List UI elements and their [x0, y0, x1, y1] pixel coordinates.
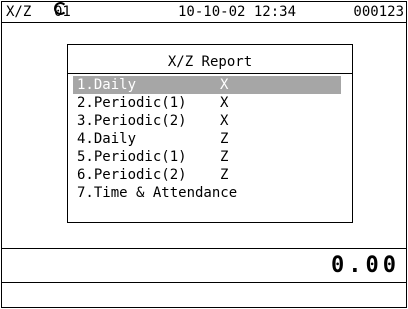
- report-title: X/Z Report: [167, 54, 253, 70]
- clerk-number: 01: [54, 4, 71, 20]
- register-screen: X/Z 01 10-10-02 12:34 000123 X/Z Report …: [1, 1, 407, 308]
- menu-item-label: 1.Daily: [77, 77, 137, 93]
- amount-display: 0.00: [2, 248, 406, 283]
- menu-item-label: 6.Periodic(2): [77, 167, 187, 183]
- menu-item-type: Z: [220, 131, 229, 147]
- title-divider: [68, 73, 352, 74]
- menu-item-label: 4.Daily: [77, 131, 137, 147]
- mode-indicator: X/Z: [6, 4, 32, 20]
- menu-item-daily-z[interactable]: 4.Daily Z: [73, 130, 341, 148]
- xz-report-window: X/Z Report 1.Daily X 2.Periodic(1) X 3.Per…: [67, 44, 353, 223]
- report-menu: 1.Daily X 2.Periodic(1) X 3.Periodic(2) X 4…: [73, 76, 341, 202]
- consecutive-number: 000123: [353, 4, 404, 20]
- menu-item-periodic2-z[interactable]: 6.Periodic(2) Z: [73, 166, 341, 184]
- menu-item-label: 3.Periodic(2): [77, 113, 187, 129]
- status-bar: X/Z 01 10-10-02 12:34 000123: [2, 2, 406, 23]
- menu-item-type: X: [220, 95, 229, 111]
- menu-item-type: X: [220, 113, 229, 129]
- amount-value: 0.00: [331, 253, 400, 278]
- menu-item-periodic1-x[interactable]: 2.Periodic(1) X: [73, 94, 341, 112]
- menu-item-label: 5.Periodic(1): [77, 149, 187, 165]
- menu-item-periodic2-x[interactable]: 3.Periodic(2) X: [73, 112, 341, 130]
- menu-item-time-attendance[interactable]: 7.Time & Attendance: [73, 184, 341, 202]
- menu-item-daily-x[interactable]: 1.Daily X: [73, 76, 341, 94]
- menu-item-type: X: [220, 77, 229, 93]
- menu-item-type: Z: [220, 167, 229, 183]
- date-time: 10-10-02 12:34: [178, 4, 297, 20]
- menu-item-label: 7.Time & Attendance: [77, 185, 238, 201]
- menu-item-label: 2.Periodic(1): [77, 95, 187, 111]
- menu-item-type: Z: [220, 149, 229, 165]
- menu-item-periodic1-z[interactable]: 5.Periodic(1) Z: [73, 148, 341, 166]
